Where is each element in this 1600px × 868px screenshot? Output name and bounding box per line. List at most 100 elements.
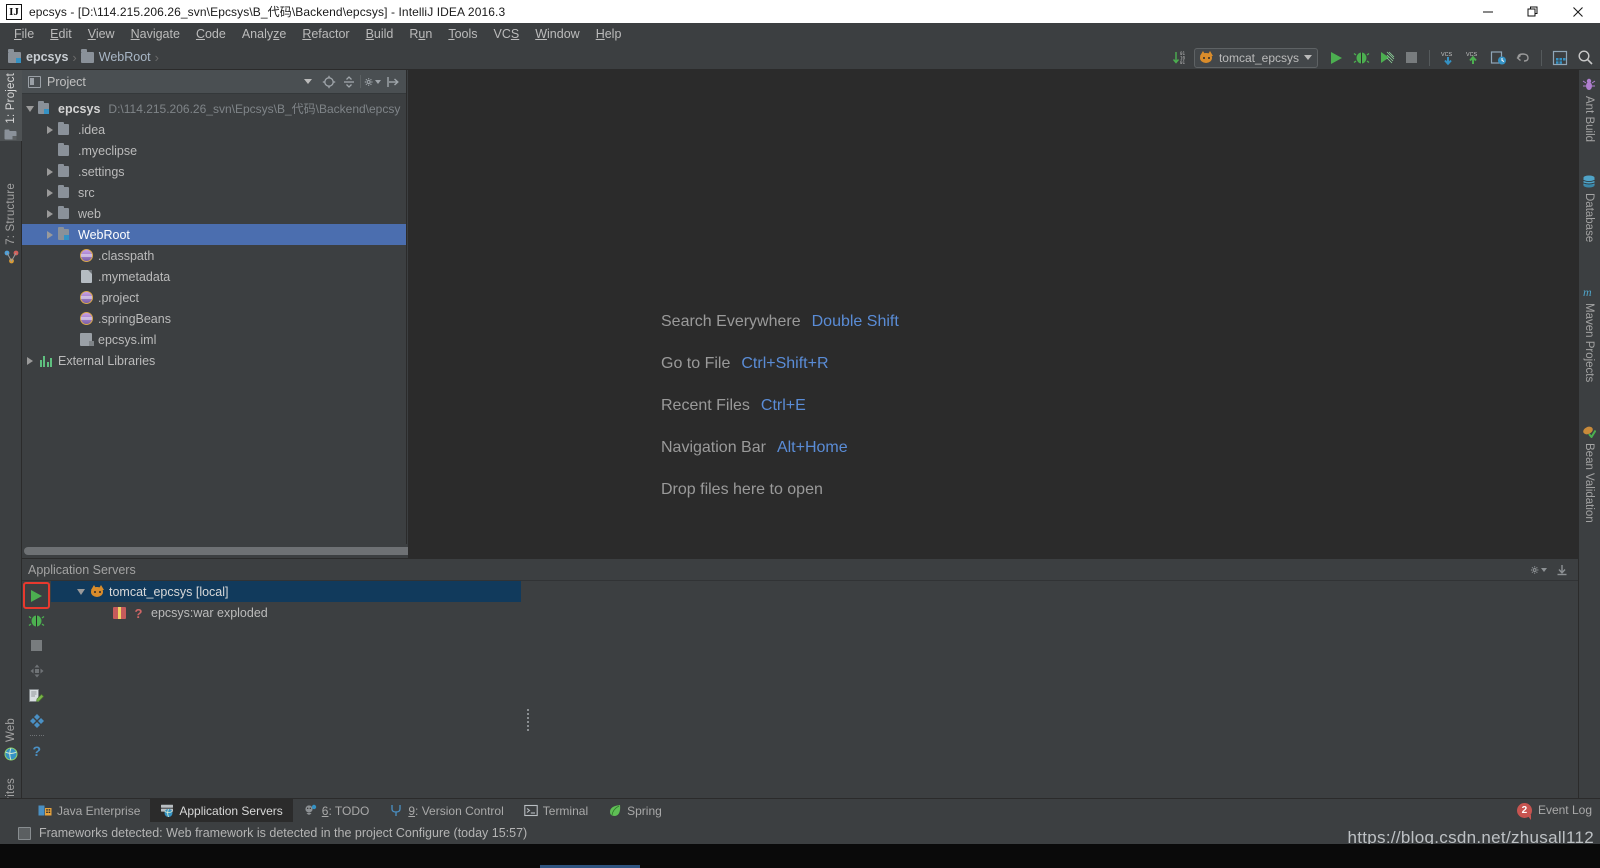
memory-indicator-icon[interactable]	[18, 826, 31, 840]
menu-analyze[interactable]: Analyze	[234, 25, 294, 43]
run-with-coverage-icon[interactable]	[1375, 47, 1397, 68]
menu-build[interactable]: Build	[358, 25, 402, 43]
sidebar-item-structure[interactable]: 7: Structure	[0, 180, 22, 264]
hide-panel-icon[interactable]	[1553, 561, 1570, 578]
close-button[interactable]	[1555, 0, 1600, 23]
settings-grid-icon[interactable]	[1549, 47, 1571, 68]
tab-spring[interactable]: Spring	[598, 799, 672, 823]
application-servers-tree[interactable]: tomcat_epcsys [local] ? epcsys:war explo…	[51, 581, 1578, 798]
gear-icon[interactable]	[364, 73, 381, 90]
sidebar-item-label: Maven Projects	[1583, 303, 1595, 383]
tab-application-servers[interactable]: Application Servers	[150, 798, 293, 823]
sidebar-item-database[interactable]: Database	[1578, 175, 1600, 245]
tab-terminal[interactable]: Terminal	[514, 799, 598, 823]
tree-row[interactable]: .settings	[22, 161, 406, 182]
vcs-rollback-icon[interactable]	[1512, 47, 1534, 68]
chevron-right-icon[interactable]	[42, 188, 58, 197]
menu-navigate[interactable]: Navigate	[123, 25, 188, 43]
settings-diamond-button[interactable]	[24, 708, 49, 733]
menu-file[interactable]: File	[6, 25, 42, 43]
menu-vcs[interactable]: VCS	[486, 25, 528, 43]
menu-edit[interactable]: Edit	[42, 25, 80, 43]
artifact-icon	[111, 606, 127, 619]
search-icon[interactable]	[1574, 47, 1596, 68]
tree-row[interactable]: .myeclipse	[22, 140, 406, 161]
tree-row-label: src	[78, 185, 95, 200]
tab-version-control[interactable]: 9: Version Control	[379, 799, 513, 823]
chevron-right-icon[interactable]	[42, 167, 58, 176]
scrollbar-thumb[interactable]	[24, 547, 414, 555]
menu-view[interactable]: View	[80, 25, 123, 43]
project-tool-window: Project epcsys D:\114.215.206.26_svn\Epc…	[22, 70, 414, 558]
project-tree[interactable]: epcsys D:\114.215.206.26_svn\Epcsys\B_代码…	[22, 94, 406, 544]
chevron-right-icon[interactable]	[42, 125, 58, 134]
tree-row[interactable]: epcsys.iml	[22, 329, 406, 350]
deploy-all-button[interactable]	[24, 658, 49, 683]
todo-icon	[303, 804, 317, 817]
artifact-row-war-exploded[interactable]: ? epcsys:war exploded	[51, 602, 1578, 623]
chevron-right-icon[interactable]	[42, 209, 58, 218]
menu-help[interactable]: Help	[588, 25, 630, 43]
expand-collapse-icon[interactable]	[340, 73, 357, 90]
chevron-down-icon[interactable]	[304, 79, 312, 84]
tree-row[interactable]: src	[22, 182, 406, 203]
vcs-update-icon[interactable]: VCS	[1437, 47, 1459, 68]
chevron-right-icon[interactable]	[22, 356, 38, 365]
tree-row-external-libraries[interactable]: External Libraries	[22, 350, 406, 371]
breadcrumb-item-webroot[interactable]: WebRoot	[80, 49, 151, 64]
minimize-button[interactable]	[1465, 0, 1510, 23]
toolbar-divider	[1541, 49, 1542, 66]
server-row-tomcat[interactable]: tomcat_epcsys [local]	[51, 581, 521, 602]
run-icon[interactable]	[1325, 47, 1347, 68]
terminal-icon	[524, 804, 538, 817]
chevron-down-icon[interactable]	[73, 588, 89, 595]
debug-icon[interactable]	[1350, 47, 1372, 68]
tree-row[interactable]: .springBeans	[22, 308, 406, 329]
application-servers-icon	[160, 804, 174, 817]
tree-row[interactable]: .project	[22, 287, 406, 308]
vcs-history-icon[interactable]	[1487, 47, 1509, 68]
sidebar-item-maven-projects[interactable]: m Maven Projects	[1578, 285, 1600, 385]
gear-icon[interactable]	[1530, 561, 1547, 578]
sidebar-item-ant-build[interactable]: Ant Build	[1578, 78, 1600, 145]
tab-java-enterprise[interactable]: Java Enterprise	[28, 799, 150, 823]
tree-row[interactable]: .idea	[22, 119, 406, 140]
sort-lines-icon[interactable]: 01 10 01	[1169, 47, 1191, 68]
chevron-down-icon	[1304, 55, 1312, 60]
hide-panel-icon[interactable]	[384, 73, 401, 90]
project-panel-title: Project	[47, 74, 86, 89]
tab-todo[interactable]: 6: TODO	[293, 799, 380, 823]
chevron-down-icon[interactable]	[22, 105, 38, 112]
chevron-right-icon[interactable]	[42, 230, 58, 239]
project-horizontal-scrollbar[interactable]	[22, 544, 414, 558]
menu-refactor[interactable]: Refactor	[294, 25, 357, 43]
tree-row-webroot[interactable]: WebRoot	[22, 224, 406, 245]
folder-icon	[58, 163, 74, 177]
tree-row[interactable]: web	[22, 203, 406, 224]
tree-row[interactable]: epcsys D:\114.215.206.26_svn\Epcsys\B_代码…	[22, 98, 406, 119]
run-configuration-selector[interactable]: tomcat_epcsys	[1193, 47, 1318, 68]
menu-run[interactable]: Run	[401, 25, 440, 43]
maximize-restore-button[interactable]	[1510, 0, 1555, 23]
breadcrumb-item-epcsys[interactable]: epcsys	[8, 49, 68, 64]
vcs-commit-icon[interactable]: VCS	[1462, 47, 1484, 68]
collapse-target-icon[interactable]	[320, 73, 337, 90]
tree-row[interactable]: .classpath	[22, 245, 406, 266]
help-button[interactable]: ?	[24, 738, 49, 763]
sidebar-item-bean-validation[interactable]: Bean Validation	[1578, 425, 1600, 526]
menu-tools[interactable]: Tools	[440, 25, 485, 43]
sidebar-item-web[interactable]: Web	[0, 715, 22, 761]
menu-window[interactable]: Window	[527, 25, 587, 43]
stop-server-button[interactable]	[24, 633, 49, 658]
debug-server-button[interactable]	[24, 608, 49, 633]
run-server-button[interactable]	[23, 582, 50, 609]
stop-icon[interactable]	[1400, 47, 1422, 68]
sidebar-item-project[interactable]: 1: Project	[0, 70, 22, 141]
event-log-button[interactable]: 2 Event Log	[1516, 798, 1592, 822]
edit-configuration-button[interactable]	[24, 683, 49, 708]
welcome-shortcut: Double Shift	[811, 313, 899, 330]
panel-splitter-handle[interactable]	[527, 709, 533, 731]
menu-code[interactable]: Code	[188, 25, 234, 43]
tree-row[interactable]: .mymetadata	[22, 266, 406, 287]
bottom-tool-window-bar: Java Enterprise Application Servers 6: T…	[0, 798, 1600, 823]
